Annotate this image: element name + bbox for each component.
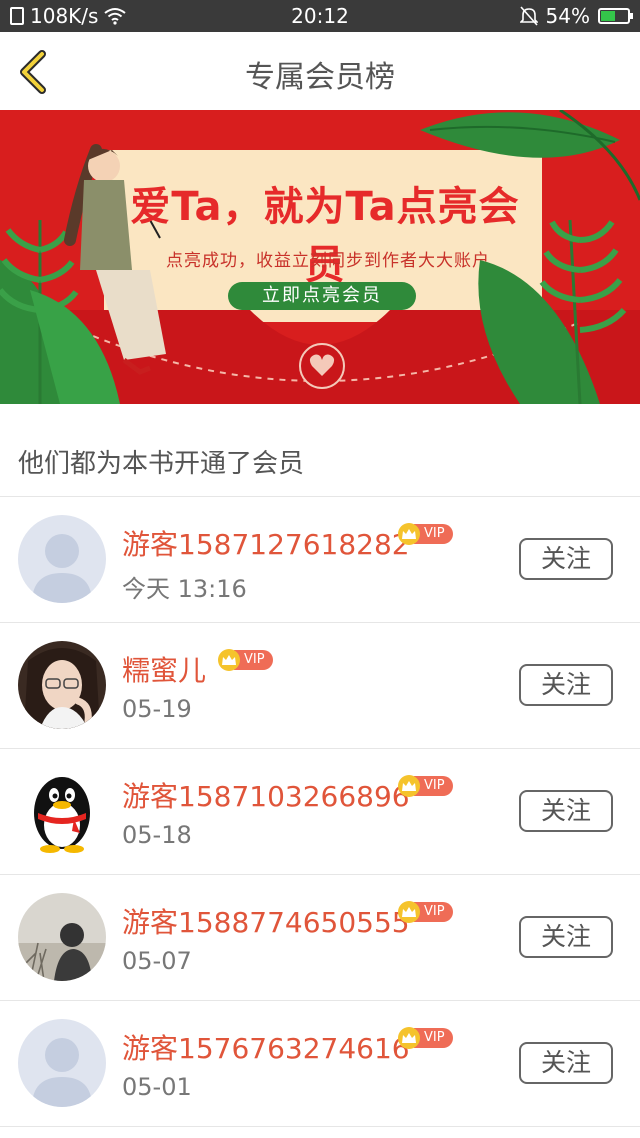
default-avatar[interactable] (18, 1019, 106, 1107)
section-title: 他们都为本书开通了会员 (18, 449, 305, 479)
follow-button[interactable]: 关注 (519, 538, 613, 580)
member-name[interactable]: 游客1587103266896 (122, 775, 410, 815)
status-bar: 108K/s 20:12 54% (0, 0, 640, 32)
member-name[interactable]: 游客1576763274616 (122, 1027, 410, 1067)
follow-button[interactable]: 关注 (519, 790, 613, 832)
vip-badge: VIP (218, 649, 273, 671)
member-date: 05-07 (122, 947, 192, 975)
battery-percent: 54% (545, 4, 590, 28)
battery-fill (601, 11, 616, 21)
vip-badge: VIP (398, 775, 453, 797)
member-name[interactable]: 游客1588774650555 (122, 901, 410, 941)
list-item[interactable]: 游客1587127618282 VIP 今天 13:16 关注 (0, 497, 640, 623)
page-title: 专属会员榜 (245, 60, 395, 95)
photo-girl-avatar[interactable] (18, 641, 106, 729)
qq-penguin-avatar[interactable] (18, 767, 106, 855)
vip-badge: VIP (398, 1027, 453, 1049)
crown-icon (398, 1027, 420, 1049)
list-item[interactable]: 糯蜜儿 VIP 05-19 关注 (0, 623, 640, 749)
member-date: 05-18 (122, 821, 192, 849)
battery-icon (598, 8, 633, 24)
nav-bar: 专属会员榜 (0, 32, 640, 111)
crown-icon (218, 649, 240, 671)
list-item[interactable]: 游客1588774650555 VIP 05-07 关注 (0, 875, 640, 1001)
list-item[interactable]: 游客1576763274616 VIP 05-01 关注 (0, 1001, 640, 1127)
light-up-vip-button[interactable]: 立即点亮会员 (228, 282, 416, 310)
member-name[interactable]: 糯蜜儿 (122, 649, 206, 689)
follow-button[interactable]: 关注 (519, 664, 613, 706)
list-item[interactable]: 游客1587103266896 VIP 05-18 关注 (0, 749, 640, 875)
banner-title: 爱Ta，就为Ta点亮会员 (130, 184, 520, 288)
member-date: 05-19 (122, 695, 192, 723)
photo-silhouette-avatar[interactable] (18, 893, 106, 981)
follow-button[interactable]: 关注 (519, 916, 613, 958)
member-date: 今天 13:16 (122, 575, 247, 603)
member-list: 游客1587127618282 VIP 今天 13:16 关注 糯蜜儿 VIP … (0, 497, 640, 1127)
default-avatar[interactable] (18, 515, 106, 603)
promo-banner[interactable]: 爱Ta，就为Ta点亮会员 点亮成功，收益立刻同步到作者大大账户 立即点亮会员 (0, 110, 640, 404)
mute-bell-icon (519, 6, 538, 26)
crown-icon (398, 775, 420, 797)
vip-badge: VIP (398, 523, 453, 545)
follow-button[interactable]: 关注 (519, 1042, 613, 1084)
crown-icon (398, 901, 420, 923)
banner-subtitle: 点亮成功，收益立刻同步到作者大大账户 (166, 251, 490, 271)
vip-badge: VIP (398, 901, 453, 923)
member-name[interactable]: 游客1587127618282 (122, 523, 410, 563)
member-date: 05-01 (122, 1073, 192, 1101)
crown-icon (398, 523, 420, 545)
status-right: 54% (519, 4, 633, 28)
